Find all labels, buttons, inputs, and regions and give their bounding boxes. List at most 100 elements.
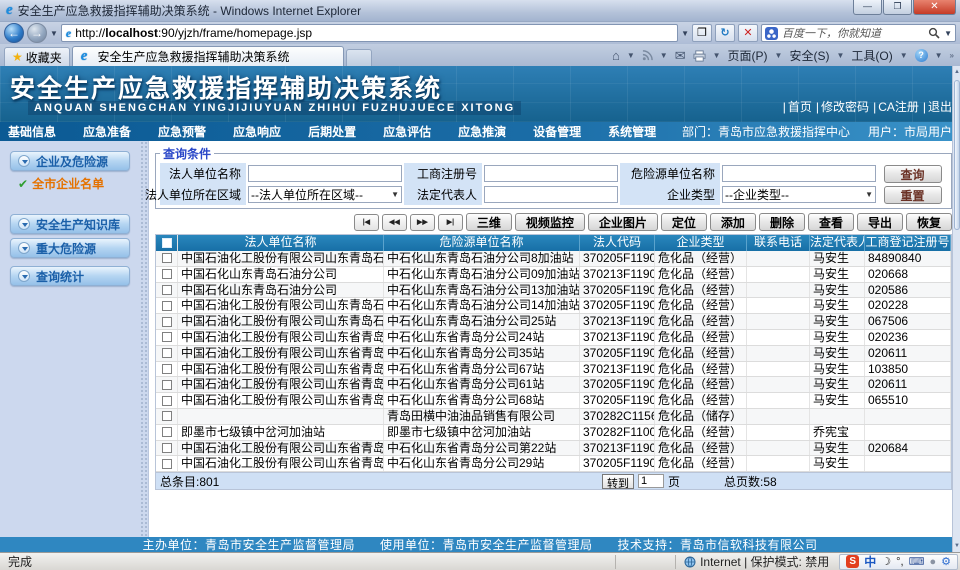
row-checkbox[interactable] xyxy=(162,301,172,311)
soft-keyboard-icon[interactable]: ⌨ xyxy=(909,555,925,568)
table-row[interactable]: 青岛田横中油油品销售有限公司 370282C115602 危化品（储存） xyxy=(156,409,951,425)
page-number-input[interactable] xyxy=(638,474,664,488)
stop-button[interactable]: ✕ xyxy=(738,24,758,42)
pager-button[interactable]: ◀◀ xyxy=(382,214,407,231)
sidebar-group-major-hazards[interactable]: 重大危险源 xyxy=(10,238,130,258)
row-checkbox[interactable] xyxy=(162,380,172,390)
row-checkbox[interactable] xyxy=(162,427,172,437)
sidebar-group-knowledge-base[interactable]: 安全生产知识库 xyxy=(10,214,130,234)
safety-menu-dropdown-icon[interactable]: ▼ xyxy=(836,51,844,60)
toolbar-button[interactable]: 删除 xyxy=(759,213,805,231)
row-checkbox[interactable] xyxy=(162,443,172,453)
search-box[interactable]: 百度一下，你就知道 ▼ xyxy=(761,24,956,42)
sogou-icon[interactable]: S xyxy=(846,555,859,568)
business-reg-input[interactable] xyxy=(484,165,618,182)
row-checkbox[interactable] xyxy=(162,269,172,279)
table-row[interactable]: 中国石油化工股份有限公司山东省青岛分公司 中石化山东省青岛分公司61站 3702… xyxy=(156,377,951,393)
fullwidth-mode-icon[interactable]: ☽ xyxy=(881,555,891,568)
row-checkbox[interactable] xyxy=(162,396,172,406)
toolbar-button[interactable]: 添加 xyxy=(710,213,756,231)
active-tab[interactable]: e 安全生产应急救援指挥辅助决策系统 xyxy=(72,46,344,66)
table-row[interactable]: 中国石油化工股份有限公司山东省青岛分公司 中石化山东省青岛分公司29站 3702… xyxy=(156,456,951,472)
table-row[interactable]: 中国石油化工股份有限公司山东省青岛分公司 中石化山东省青岛分公司67站 3702… xyxy=(156,362,951,378)
row-checkbox[interactable] xyxy=(162,285,172,295)
url-dropdown-icon[interactable]: ▼ xyxy=(681,29,689,38)
header-link[interactable]: CA注册 xyxy=(869,98,919,115)
toolbar-button[interactable]: 定位 xyxy=(661,213,707,231)
row-checkbox[interactable] xyxy=(162,364,172,374)
table-row[interactable]: 中国石油化工股份有限公司山东省青岛分公司 中石化山东省青岛分公司第22站 370… xyxy=(156,441,951,457)
table-row[interactable]: 中国石油化工股份有限公司山东省青岛分公司 中石化山东省青岛分公司68站 3702… xyxy=(156,393,951,409)
favorites-button[interactable]: ★ 收藏夹 xyxy=(4,47,70,66)
tools-menu-dropdown-icon[interactable]: ▼ xyxy=(900,51,908,60)
overflow-icon[interactable]: » xyxy=(950,51,954,60)
safety-menu[interactable]: 安全(S) xyxy=(789,47,829,64)
feeds-dropdown-icon[interactable]: ▼ xyxy=(660,51,668,60)
table-row[interactable]: 即墨市七级镇中岔河加油站 即墨市七级镇中岔河加油站 370282F110063 … xyxy=(156,425,951,441)
maximize-button[interactable]: ❐ xyxy=(883,0,912,15)
row-checkbox[interactable] xyxy=(162,317,172,327)
nav-item[interactable]: 应急预警 xyxy=(158,123,206,140)
help-icon[interactable]: ? xyxy=(915,49,928,62)
legal-rep-input[interactable] xyxy=(484,186,618,203)
table-row[interactable]: 中国石化山东青岛石油分公司 中石化山东青岛石油分公司09加油站 370213F1… xyxy=(156,267,951,283)
toolbar-button[interactable]: 恢复 xyxy=(906,213,952,231)
compatibility-view-button[interactable]: ❐ xyxy=(692,24,712,42)
nav-item[interactable]: 应急准备 xyxy=(83,123,131,140)
nav-item[interactable]: 设备管理 xyxy=(533,123,581,140)
search-dropdown-icon[interactable]: ▼ xyxy=(944,29,952,38)
new-tab-button[interactable] xyxy=(346,49,372,66)
toolbar-button[interactable]: 导出 xyxy=(857,213,903,231)
legal-name-input[interactable] xyxy=(248,165,402,182)
goto-page-button[interactable]: 转到 xyxy=(602,474,634,489)
row-checkbox[interactable] xyxy=(162,459,172,469)
punctuation-mode-icon[interactable]: °, xyxy=(896,556,903,568)
hazard-name-input[interactable] xyxy=(722,165,876,182)
pager-button[interactable]: ▶▶ xyxy=(410,214,435,231)
scroll-up-icon[interactable]: ▲ xyxy=(953,66,960,78)
url-field[interactable]: e http://localhost:90/yjzh/frame/homepag… xyxy=(61,24,678,42)
back-button[interactable]: ← xyxy=(4,23,24,43)
toolbar-button[interactable]: 企业图片 xyxy=(588,213,658,231)
nav-item[interactable]: 系统管理 xyxy=(608,123,656,140)
tools-menu[interactable]: 工具(O) xyxy=(851,47,892,64)
nav-item[interactable]: 应急响应 xyxy=(233,123,281,140)
toolbar-button[interactable]: 查看 xyxy=(808,213,854,231)
forward-button[interactable]: → xyxy=(27,23,47,43)
magnifier-icon[interactable] xyxy=(928,27,940,39)
minimize-button[interactable]: — xyxy=(853,0,882,15)
enterprise-type-select[interactable]: --企业类型-- ▼ xyxy=(722,186,876,203)
vertical-scrollbar[interactable]: ▲ ▼ xyxy=(952,66,960,552)
page-menu-dropdown-icon[interactable]: ▼ xyxy=(775,51,783,60)
row-checkbox[interactable] xyxy=(162,253,172,263)
row-checkbox[interactable] xyxy=(162,348,172,358)
close-button[interactable]: ✕ xyxy=(913,0,956,15)
region-select[interactable]: --法人单位所在区域-- ▼ xyxy=(248,186,402,203)
search-button[interactable]: 查询 xyxy=(884,165,942,183)
toolbar-button[interactable]: 视频监控 xyxy=(515,213,585,231)
account-icon[interactable]: ● xyxy=(929,556,936,568)
chinese-mode-icon[interactable]: 中 xyxy=(864,553,876,570)
reset-button[interactable]: 重置 xyxy=(884,186,942,204)
scrollbar-thumb[interactable] xyxy=(954,80,960,230)
row-checkbox[interactable] xyxy=(162,332,172,342)
table-row[interactable]: 中国石化山东青岛石油分公司 中石化山东青岛石油分公司13加油站 370205F1… xyxy=(156,283,951,299)
help-dropdown-icon[interactable]: ▼ xyxy=(935,51,943,60)
history-dropdown-icon[interactable]: ▼ xyxy=(50,29,58,38)
sidebar-group-query-statistics[interactable]: 查询统计 xyxy=(10,266,130,286)
pager-button[interactable]: ▶| xyxy=(438,214,463,231)
nav-item[interactable]: 基础信息 xyxy=(8,123,56,140)
table-row[interactable]: 中国石油化工股份有限公司山东青岛石油分公司 中石化山东青岛石油分公司25站 37… xyxy=(156,314,951,330)
nav-item[interactable]: 应急推演 xyxy=(458,123,506,140)
mail-icon[interactable]: ✉ xyxy=(675,48,686,64)
sidebar-item-city-enterprise-list[interactable]: ✔ 全市企业名单 xyxy=(18,175,140,192)
header-link[interactable]: 退出 xyxy=(919,98,952,115)
settings-wrench-icon[interactable]: ⚙ xyxy=(941,555,951,568)
refresh-button[interactable]: ↻ xyxy=(715,24,735,42)
toolbar-button[interactable]: 三维 xyxy=(466,213,512,231)
print-icon[interactable] xyxy=(693,50,706,62)
feeds-icon[interactable] xyxy=(642,50,653,61)
header-link[interactable]: 修改密码 xyxy=(812,98,869,115)
select-all-checkbox[interactable] xyxy=(162,238,172,248)
page-menu[interactable]: 页面(P) xyxy=(728,47,768,64)
